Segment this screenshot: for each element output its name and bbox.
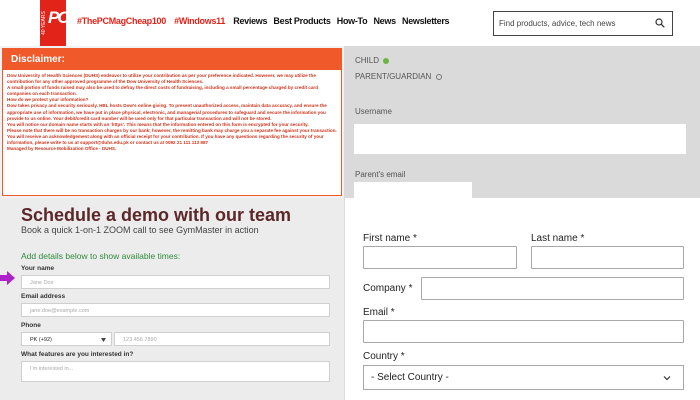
radio-unchecked-icon[interactable]: [435, 73, 442, 80]
country-select-value: - Select Country -: [371, 372, 449, 383]
search-input[interactable]: Find products, advice, tech news: [493, 11, 673, 36]
nav-link-reviews[interactable]: Reviews: [233, 16, 267, 26]
first-name-input[interactable]: [363, 246, 517, 269]
features-textarea[interactable]: I'm interested in...: [21, 361, 330, 382]
disclaimer-paragraph: Managed by Resource Mobilization Office …: [7, 146, 117, 152]
logo-years-text: 40 YEARS: [41, 11, 47, 35]
demo-hint: Add details below to show available time…: [21, 251, 181, 261]
email-address-label: Email address: [21, 293, 66, 300]
username-label: Username: [355, 107, 392, 116]
phone-number-placeholder: 123 456 7890: [123, 337, 157, 343]
nav-link-how-to[interactable]: How-To: [337, 16, 368, 26]
nav-link-newsletters[interactable]: Newsletters: [402, 16, 450, 26]
features-label: What features are you interested in?: [21, 351, 134, 358]
child-radio-row[interactable]: CHILD: [355, 56, 390, 65]
select-arrow-icon: [663, 376, 671, 381]
top-nav: #ThePCMagCheap100 #Windows11 Reviews Bes…: [77, 16, 453, 26]
demo-title: Schedule a demo with our team: [21, 205, 292, 225]
country-label: Country *: [363, 351, 405, 362]
registration-panel: CHILD PARENT/GUARDIAN Username Parent's …: [344, 46, 700, 198]
child-label: CHILD: [355, 56, 380, 65]
nav-tag-windows11[interactable]: #Windows11: [174, 16, 225, 26]
search-placeholder: Find products, advice, tech news: [499, 19, 616, 28]
phone-country-value: PK (+92): [30, 337, 52, 343]
disclaimer-panel: Disclaimer: Dow University of Health Sci…: [0, 46, 344, 198]
phone-country-select[interactable]: PK (+92): [21, 332, 112, 346]
parent-radio-row[interactable]: PARENT/GUARDIAN: [355, 72, 442, 81]
parent-email-input[interactable]: [354, 182, 472, 198]
disclaimer-paragraph: Please note that there will be no transa…: [7, 127, 337, 146]
your-name-input[interactable]: Jane Doe: [21, 275, 330, 289]
demo-form-panel: Schedule a demo with our team Book a qui…: [0, 198, 344, 400]
first-name-label: First name *: [363, 233, 417, 244]
parent-email-label: Parent's email: [355, 170, 406, 179]
your-name-label: Your name: [21, 265, 55, 272]
last-name-input[interactable]: [531, 246, 684, 269]
chevron-down-icon: [101, 338, 106, 342]
company-input[interactable]: [421, 277, 684, 300]
nav-link-best-products[interactable]: Best Products: [273, 16, 330, 26]
username-input[interactable]: [354, 124, 686, 154]
site-header: 40 YEARS PC #ThePCMagCheap100 #Windows11…: [0, 0, 700, 46]
email-input[interactable]: [363, 320, 684, 343]
logo-text: PC: [48, 8, 70, 27]
last-name-label: Last name *: [531, 233, 585, 244]
radio-checked-icon[interactable]: [383, 57, 390, 64]
disclaimer-paragraph: Dow University of Health Sciences (DUHS)…: [7, 73, 316, 85]
disclaimer-title: Disclaimer:: [2, 48, 342, 70]
company-label: Company *: [363, 283, 413, 294]
disclaimer-paragraph: Dow takes privacy and security seriously…: [7, 103, 327, 121]
nav-link-news[interactable]: News: [373, 16, 396, 26]
parent-guardian-label: PARENT/GUARDIAN: [355, 72, 432, 81]
email-label: Email *: [363, 307, 395, 318]
demo-subtitle: Book a quick 1-on-1 ZOOM call to see Gym…: [21, 225, 259, 235]
email-address-input[interactable]: jane.doe@example.com: [21, 303, 330, 317]
contact-form-panel: First name * Last name * Company * Email…: [344, 198, 700, 400]
disclaimer-paragraph: You will notice our domain name starts w…: [7, 121, 309, 127]
disclaimer-body: Dow University of Health Sciences (DUHS)…: [2, 70, 342, 196]
search-icon[interactable]: [655, 18, 665, 28]
arrow-pointer-icon: [0, 271, 15, 285]
country-select[interactable]: - Select Country -: [363, 365, 684, 390]
email-address-placeholder: jane.doe@example.com: [30, 308, 90, 314]
pcmag-logo[interactable]: 40 YEARS PC: [40, 0, 70, 46]
phone-number-input[interactable]: 123 456 7890: [114, 332, 330, 346]
nav-tag-cheap100[interactable]: #ThePCMagCheap100: [77, 16, 166, 26]
your-name-placeholder: Jane Doe: [30, 280, 54, 286]
phone-label: Phone: [21, 322, 41, 329]
disclaimer-paragraph: A small portion of funds raised may also…: [7, 85, 318, 97]
features-placeholder: I'm interested in...: [30, 366, 74, 372]
